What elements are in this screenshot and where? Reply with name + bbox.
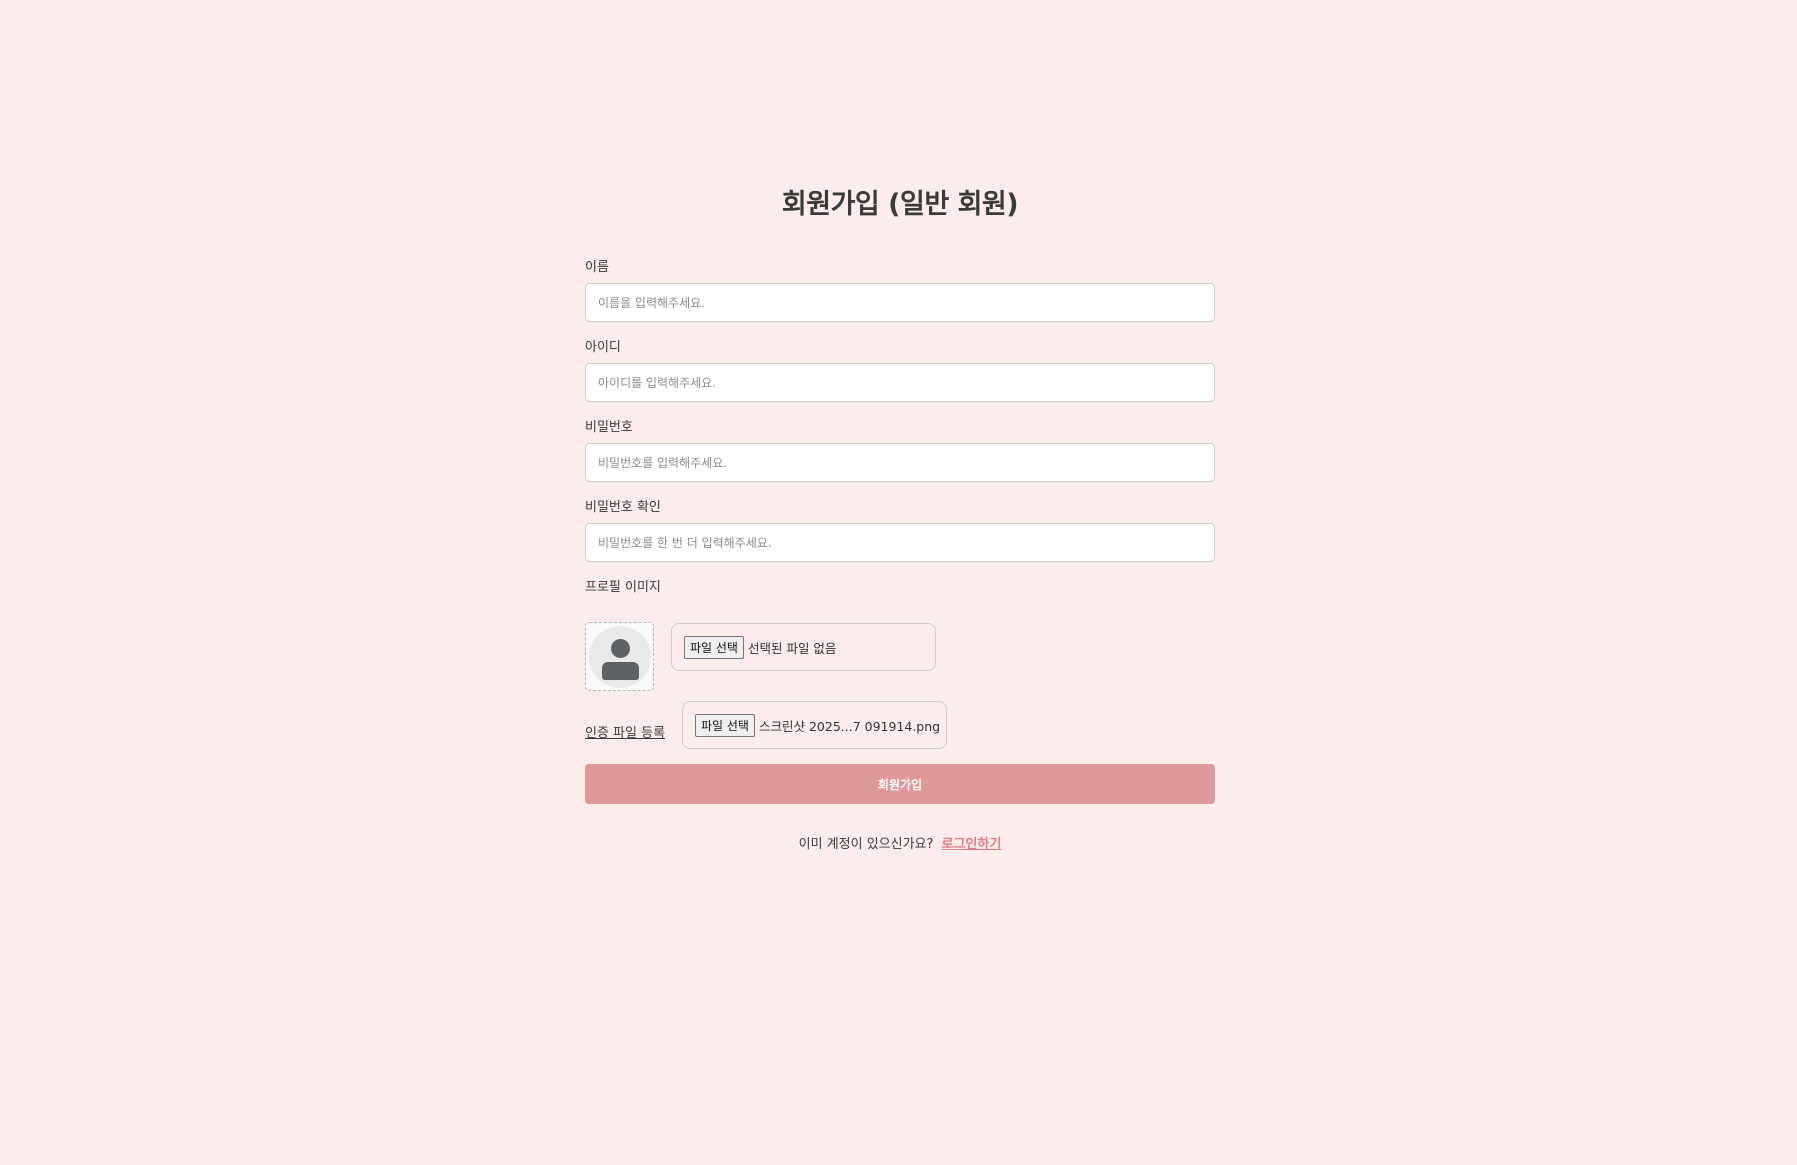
profile-image-label: 프로필 이미지 (585, 580, 661, 595)
password-confirm-field-group: 비밀번호 확인 (585, 499, 1215, 562)
signup-submit-button[interactable]: 회원가입 (585, 764, 1215, 804)
userid-input[interactable] (585, 363, 1215, 402)
user-avatar-icon (588, 625, 651, 688)
name-input[interactable] (585, 283, 1215, 322)
page-title: 회원가입 (일반 회원) (781, 189, 1019, 220)
profile-image-preview (585, 622, 654, 691)
name-field-group: 이름 (585, 259, 1215, 322)
password-input[interactable] (585, 443, 1215, 482)
certificate-file-input: 파일 선택 스크린샷 2025...7 091914.png (682, 701, 947, 749)
profile-file-name: 선택된 파일 없음 (747, 640, 837, 656)
password-confirm-input[interactable] (585, 523, 1215, 562)
password-label: 비밀번호 (585, 420, 633, 435)
userid-field-group: 아이디 (585, 339, 1215, 402)
login-link[interactable]: 로그인하기 (942, 837, 1002, 852)
certificate-file-select-button[interactable]: 파일 선택 (695, 713, 755, 737)
password-field-group: 비밀번호 (585, 419, 1215, 482)
userid-label: 아이디 (585, 340, 621, 355)
certificate-upload-link[interactable]: 인증 파일 등록 (585, 722, 665, 741)
password-confirm-label: 비밀번호 확인 (585, 500, 661, 515)
certificate-file-name: 스크린샷 2025...7 091914.png (758, 718, 941, 734)
name-label: 이름 (585, 260, 609, 275)
signup-form: 회원가입 (일반 회원) 이름 아이디 비밀번호 비밀번호 확인 프로필 이미지… (585, 185, 1215, 852)
profile-file-select-button[interactable]: 파일 선택 (684, 635, 744, 659)
login-prompt-text: 이미 계정이 있으신가요? (798, 837, 934, 852)
login-prompt: 이미 계정이 있으신가요? 로그인하기 (585, 833, 1215, 852)
profile-file-input: 파일 선택 선택된 파일 없음 (671, 623, 936, 671)
